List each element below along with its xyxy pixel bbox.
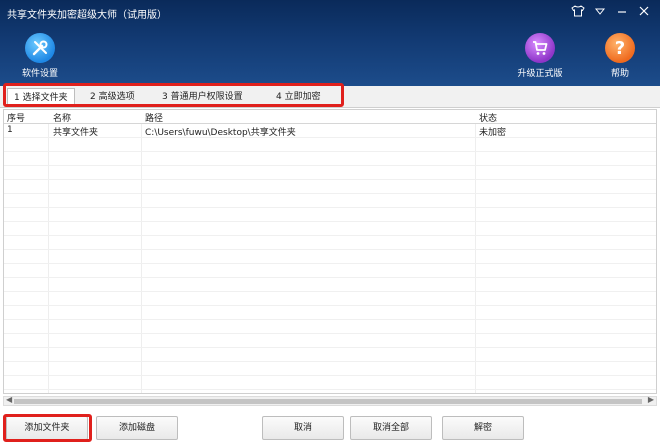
help-icon: ? [605,33,635,63]
close-icon[interactable] [636,5,652,19]
skin-icon[interactable] [570,5,586,19]
upgrade-label: 升级正式版 [517,69,563,79]
tab-bar: 1 选择文件夹 2 高级选项 3 普通用户权限设置 4 立即加密 [0,86,660,108]
header-no[interactable]: 序号 [7,111,25,124]
cell-path: C:\Users\fuwu\Desktop\共享文件夹 [145,128,296,138]
add-disk-button[interactable]: 添加磁盘 [96,416,178,440]
tab-select-folder[interactable]: 1 选择文件夹 [7,88,75,107]
table-row[interactable]: 1 共享文件夹 C:\Users\fuwu\Desktop\共享文件夹 未加密 [4,124,656,138]
scroll-left-icon[interactable]: ◀ [6,395,12,404]
cancel-all-button[interactable]: 取消全部 [350,416,432,440]
window-title: 共享文件夹加密超级大师（试用版） [7,10,167,21]
table-header: 序号 名称 路径 状态 [4,110,656,124]
tab-user-permissions[interactable]: 3 普通用户权限设置 [156,88,249,107]
add-folder-button[interactable]: 添加文件夹 [6,416,88,440]
window-controls [570,5,652,19]
header-status[interactable]: 状态 [479,111,497,124]
settings-label: 软件设置 [21,69,58,79]
help-button[interactable]: ? 帮助 [590,33,650,79]
scroll-thumb[interactable] [14,399,642,404]
horizontal-scrollbar[interactable]: ◀ ▶ [3,395,657,406]
scroll-right-icon[interactable]: ▶ [648,395,654,404]
upgrade-button[interactable]: 升级正式版 [510,33,570,79]
cancel-button[interactable]: 取消 [262,416,344,440]
folder-table: 序号 名称 路径 状态 1 共享文件夹 C:\Users\fuwu\Deskto… [3,109,657,394]
top-banner: 共享文件夹加密超级大师（试用版） 软件设置 升级正式版 ? 帮助 [0,0,660,88]
help-label: 帮助 [610,69,629,79]
header-path[interactable]: 路径 [145,111,163,124]
cell-name: 共享文件夹 [53,128,99,138]
tab-advanced-options[interactable]: 2 高级选项 [84,88,141,107]
tab-encrypt-now[interactable]: 4 立即加密 [270,88,327,107]
settings-button[interactable]: 软件设置 [10,33,70,79]
header-name[interactable]: 名称 [53,111,71,124]
cell-no: 1 [7,125,13,135]
tools-icon [25,33,55,63]
decrypt-button[interactable]: 解密 [442,416,524,440]
cell-status: 未加密 [479,128,507,138]
cart-icon [525,33,555,63]
menu-icon[interactable] [592,5,608,19]
minimize-icon[interactable] [614,5,630,19]
